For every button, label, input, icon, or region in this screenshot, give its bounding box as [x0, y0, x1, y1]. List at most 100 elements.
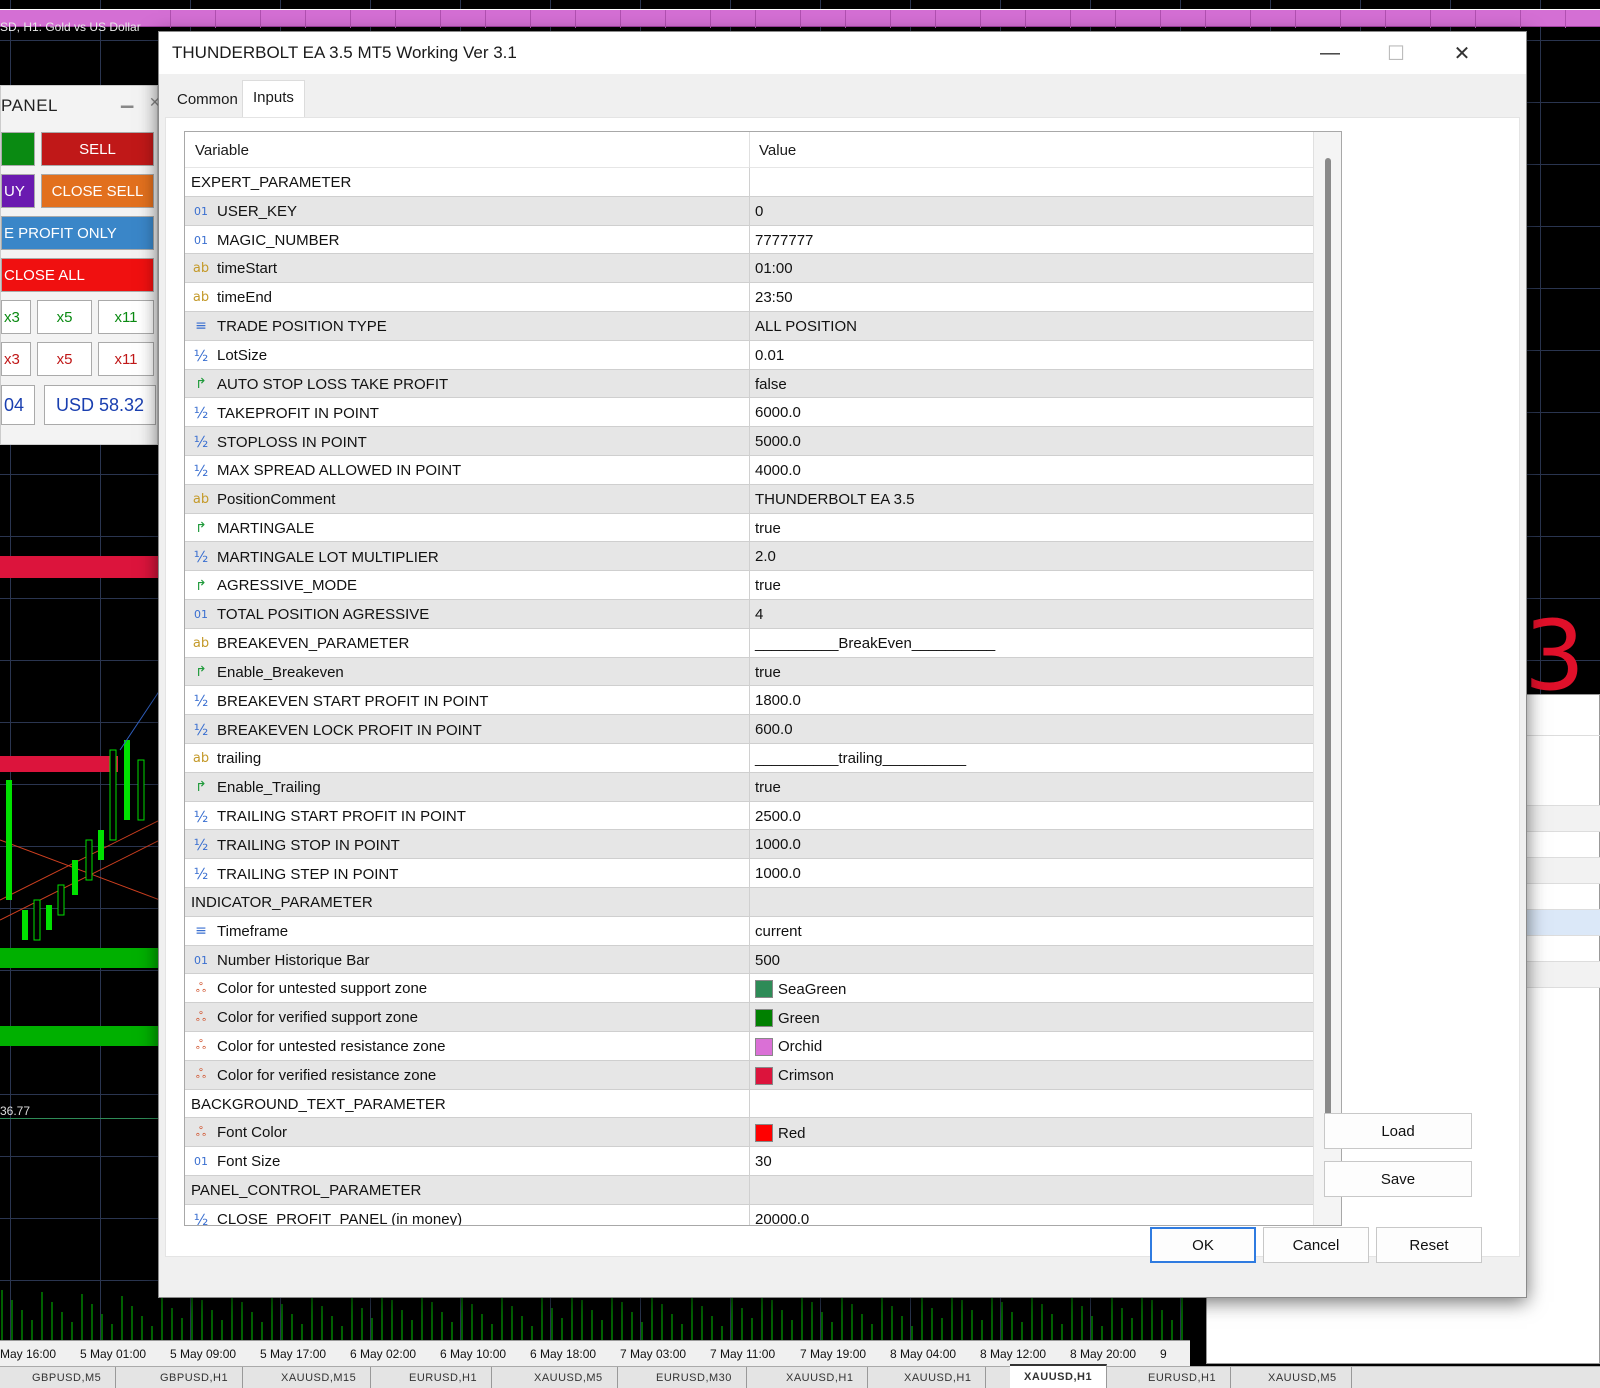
value-cell[interactable]: 6000.0: [755, 404, 801, 421]
grid-row[interactable]: ஃ Font Color Red: [185, 1118, 1313, 1148]
chart-tab[interactable]: XAUUSD,H1: [890, 1367, 987, 1388]
grid-row[interactable]: ½ STOPLOSS IN POINT 5000.0: [185, 427, 1313, 456]
grid-row[interactable]: ab BREAKEVEN_PARAMETER __________BreakEven…: [185, 628, 1313, 658]
close-button[interactable]: ✕: [1429, 32, 1495, 74]
tab-common[interactable]: Common: [167, 82, 248, 116]
grid-row[interactable]: ½ TRAILING START PROFIT IN POINT 2500.0: [185, 801, 1313, 831]
grid-row[interactable]: ஃ Color for untested resistance zone Orchi…: [185, 1031, 1313, 1061]
grid-row[interactable]: ↱ MARTINGALE true: [185, 513, 1313, 543]
column-header-value[interactable]: Value: [749, 132, 1309, 168]
value-cell[interactable]: 7777777: [755, 232, 813, 249]
value-cell[interactable]: true: [755, 664, 781, 681]
chart-tab[interactable]: EURUSD,M30: [642, 1367, 747, 1388]
value-cell[interactable]: false: [755, 376, 787, 393]
buy-multiplier-x5[interactable]: x5: [37, 300, 92, 334]
value-cell[interactable]: true: [755, 577, 781, 594]
chart-tab[interactable]: XAUUSD,M5: [1254, 1367, 1352, 1388]
sell-multiplier-x3[interactable]: x3: [1, 342, 31, 376]
grid-row[interactable]: ↱ AUTO STOP LOSS TAKE PROFIT false: [185, 369, 1313, 399]
grid-row[interactable]: ↱ AGRESSIVE_MODE true: [185, 571, 1313, 600]
value-cell[interactable]: 2.0: [755, 548, 776, 565]
value-cell[interactable]: 1000.0: [755, 836, 801, 853]
sell-multiplier-x5[interactable]: x5: [37, 342, 92, 376]
grid-section-row[interactable]: EXPERT_PARAMETER: [185, 168, 1313, 197]
buy-button[interactable]: [1, 132, 35, 166]
grid-row[interactable]: ½ MAX SPREAD ALLOWED IN POINT 4000.0: [185, 455, 1313, 485]
grid-row[interactable]: ½ MARTINGALE LOT MULTIPLIER 2.0: [185, 542, 1313, 572]
grid-row[interactable]: 01 Number Historique Bar 500: [185, 945, 1313, 975]
grid-row[interactable]: ½ TRAILING STEP IN POINT 1000.0: [185, 859, 1313, 888]
buy-multiplier-x3[interactable]: x3: [1, 300, 31, 334]
value-cell[interactable]: 0: [755, 203, 763, 220]
column-header-variable[interactable]: Variable: [185, 132, 749, 168]
value-cell[interactable]: current: [755, 923, 802, 940]
value-cell[interactable]: 4: [755, 606, 763, 623]
chart-tab[interactable]: XAUUSD,H1: [1010, 1364, 1108, 1388]
value-cell[interactable]: Crimson: [755, 1066, 834, 1085]
grid-row[interactable]: ½ TAKEPROFIT IN POINT 6000.0: [185, 398, 1313, 428]
grid-row[interactable]: ½ BREAKEVEN START PROFIT IN POINT 1800.0: [185, 686, 1313, 716]
chart-tab[interactable]: EURUSD,H1: [1134, 1367, 1232, 1388]
close-sell-button[interactable]: CLOSE SELL: [41, 174, 154, 208]
grid-section-row[interactable]: INDICATOR_PARAMETER: [185, 887, 1313, 917]
value-cell[interactable]: 5000.0: [755, 433, 801, 450]
grid-row[interactable]: ஃ Color for verified resistance zone Crims…: [185, 1060, 1313, 1090]
chart-tab[interactable]: EURUSD,H1: [395, 1367, 493, 1388]
minimize-icon[interactable]: ▁: [121, 89, 133, 109]
tab-inputs[interactable]: Inputs: [242, 80, 305, 117]
chart-tab[interactable]: GBPUSD,H1: [146, 1367, 244, 1388]
grid-row[interactable]: 01 Font Size 30: [185, 1147, 1313, 1176]
grid-row[interactable]: ↱ Enable_Breakeven true: [185, 657, 1313, 687]
grid-row[interactable]: ab PositionComment THUNDERBOLT EA 3.5: [185, 484, 1313, 514]
value-cell[interactable]: true: [755, 520, 781, 537]
value-cell[interactable]: 2500.0: [755, 808, 801, 825]
chart-tab[interactable]: XAUUSD,M15: [267, 1367, 372, 1388]
grid-row[interactable]: ஃ Color for verified support zone Green: [185, 1003, 1313, 1032]
value-cell[interactable]: 20000.0: [755, 1211, 809, 1225]
grid-row[interactable]: ½ LotSize 0.01: [185, 340, 1313, 370]
grid-row[interactable]: ½ CLOSE_PROFIT_PANEL (in money) 20000.0: [185, 1204, 1313, 1225]
grid-row[interactable]: ab timeStart 01:00: [185, 254, 1313, 284]
maximize-button[interactable]: ☐: [1363, 32, 1429, 74]
value-cell[interactable]: true: [755, 779, 781, 796]
value-cell[interactable]: Orchid: [755, 1037, 822, 1056]
grid-section-row[interactable]: BACKGROUND_TEXT_PARAMETER: [185, 1089, 1313, 1119]
grid-row[interactable]: ஃ Color for untested support zone SeaGreen: [185, 974, 1313, 1004]
grid-row[interactable]: ≡ TRADE POSITION TYPE ALL POSITION: [185, 311, 1313, 341]
value-cell[interactable]: Red: [755, 1124, 806, 1143]
sell-button[interactable]: SELL: [41, 132, 154, 166]
grid-row[interactable]: 01 MAGIC_NUMBER 7777777: [185, 225, 1313, 255]
value-cell[interactable]: 4000.0: [755, 462, 801, 479]
value-cell[interactable]: ALL POSITION: [755, 318, 857, 335]
grid-row[interactable]: ≡ Timeframe current: [185, 916, 1313, 946]
value-cell[interactable]: 30: [755, 1153, 772, 1170]
minimize-button[interactable]: —: [1297, 32, 1363, 74]
close-profit-only-button[interactable]: E PROFIT ONLY: [1, 216, 154, 250]
save-button[interactable]: Save: [1324, 1161, 1472, 1197]
grid-row[interactable]: ↱ Enable_Trailing true: [185, 772, 1313, 802]
ok-button[interactable]: OK: [1150, 1227, 1256, 1263]
value-cell[interactable]: 1800.0: [755, 692, 801, 709]
grid-row[interactable]: ½ TRAILING STOP IN POINT 1000.0: [185, 830, 1313, 860]
chart-tab[interactable]: XAUUSD,M5: [520, 1367, 618, 1388]
grid-row[interactable]: 01 TOTAL POSITION AGRESSIVE 4: [185, 599, 1313, 629]
chart-tab[interactable]: GBPUSD,M5: [18, 1367, 117, 1388]
vertical-scrollbar[interactable]: [1313, 132, 1341, 1225]
value-cell[interactable]: Green: [755, 1009, 820, 1028]
value-cell[interactable]: 0.01: [755, 347, 784, 364]
chart-tab[interactable]: XAUUSD,H1: [772, 1367, 869, 1388]
value-cell[interactable]: SeaGreen: [755, 980, 846, 999]
grid-section-row[interactable]: PANEL_CONTROL_PARAMETER: [185, 1175, 1313, 1205]
grid-row[interactable]: ab timeEnd 23:50: [185, 283, 1313, 312]
buy-multiplier-x11[interactable]: x11: [98, 300, 154, 334]
grid-row[interactable]: ab trailing __________trailing__________: [185, 743, 1313, 773]
value-cell[interactable]: 01:00: [755, 260, 793, 277]
close-buy-button[interactable]: UY: [1, 174, 35, 208]
scrollbar-thumb[interactable]: [1325, 158, 1331, 1143]
grid-row[interactable]: 01 USER_KEY 0: [185, 196, 1313, 226]
value-cell[interactable]: __________BreakEven__________: [755, 635, 995, 652]
value-cell[interactable]: 500: [755, 952, 780, 969]
grid-row[interactable]: ½ BREAKEVEN LOCK PROFIT IN POINT 600.0: [185, 715, 1313, 744]
value-cell[interactable]: 1000.0: [755, 865, 801, 882]
cancel-button[interactable]: Cancel: [1263, 1227, 1369, 1263]
